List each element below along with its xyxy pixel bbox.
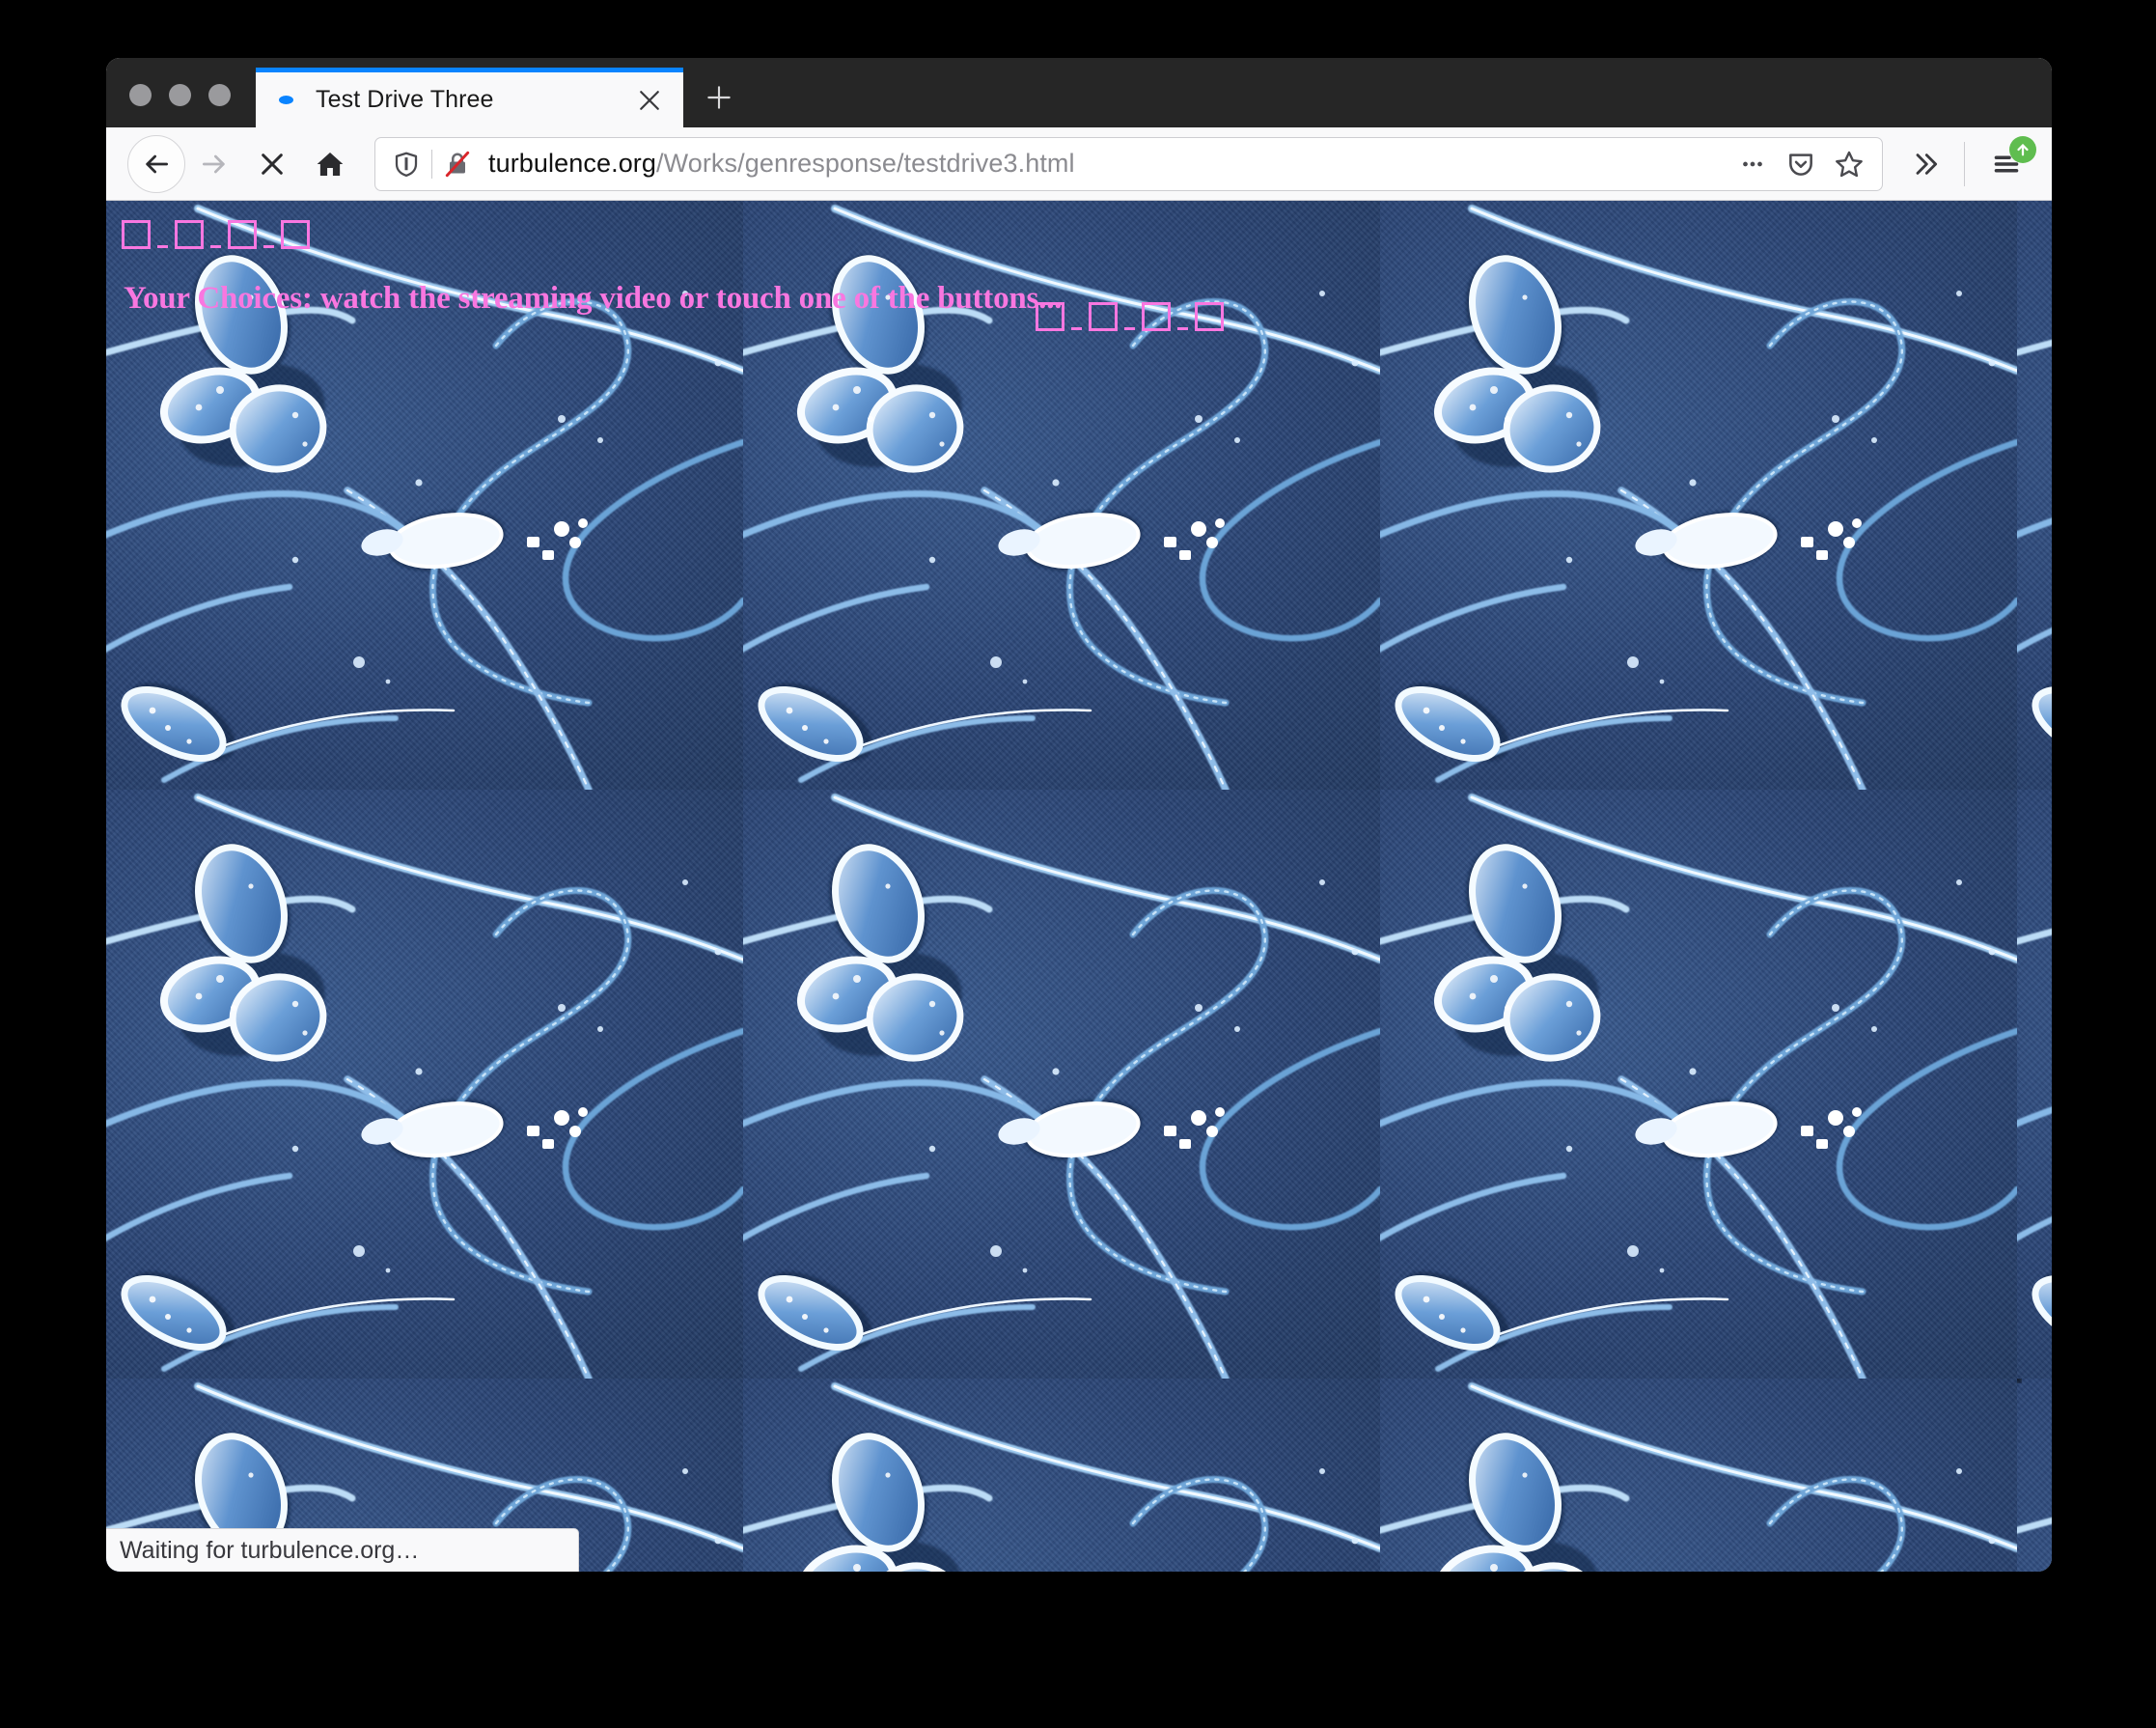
stop-x-icon[interactable] [243, 135, 301, 193]
pocket-icon[interactable] [1778, 141, 1824, 187]
urlbar-divider [431, 149, 432, 179]
background-tile [1380, 201, 2017, 790]
lock-slashed-insecure-icon[interactable] [438, 145, 477, 183]
status-bar-text: Waiting for turbulence.org… [120, 1536, 420, 1564]
navigation-toolbar: turbulence.org/Works/genresponse/testdri… [106, 127, 2052, 201]
toolbar-divider [1964, 141, 1965, 186]
tab-title: Test Drive Three [316, 86, 494, 113]
home-icon[interactable] [301, 135, 359, 193]
minimize-window-button[interactable] [169, 84, 191, 106]
new-tab-button[interactable] [689, 68, 749, 127]
background-tile [106, 790, 743, 1379]
maximize-window-button[interactable] [208, 84, 231, 106]
ellipsis-icon[interactable] [1729, 141, 1776, 187]
shield-icon[interactable] [387, 145, 426, 183]
url-host: turbulence.org [488, 149, 657, 178]
background-tile [106, 201, 743, 790]
page-background-tiled-micrograph [106, 201, 2052, 1572]
status-bar: Waiting for turbulence.org… [106, 1528, 579, 1572]
background-tile [743, 790, 1380, 1379]
background-tile [743, 201, 1380, 790]
background-tile [1380, 790, 2017, 1379]
url-path: /Works/genresponse/testdrive3.html [656, 149, 1075, 178]
background-tile [2017, 790, 2052, 1379]
back-arrow-icon[interactable] [127, 134, 185, 193]
forward-arrow-icon [185, 135, 243, 193]
tab-strip: Test Drive Three [106, 58, 2052, 127]
window-traffic-lights [106, 84, 256, 127]
hamburger-menu-icon[interactable] [1978, 135, 2036, 192]
urlbar-action-group [1729, 141, 1872, 187]
close-window-button[interactable] [129, 84, 152, 106]
url-bar[interactable]: turbulence.org/Works/genresponse/testdri… [374, 136, 1883, 191]
url-text[interactable]: turbulence.org/Works/genresponse/testdri… [477, 149, 1729, 179]
background-tile [2017, 1379, 2052, 1572]
chevron-double-right-icon[interactable] [1896, 135, 1954, 193]
star-icon[interactable] [1826, 141, 1872, 187]
background-tile [743, 1379, 1380, 1572]
background-tile [1380, 1379, 2017, 1572]
tab-test-drive-three[interactable]: Test Drive Three [256, 68, 683, 127]
tab-loading-spinner-icon [275, 90, 296, 111]
browser-window: Test Drive Three turbulence.org/Works/ge… [106, 58, 2052, 1572]
update-available-arrow-icon[interactable] [2009, 135, 2036, 163]
tab-close-icon[interactable] [633, 84, 666, 117]
background-tile [2017, 201, 2052, 790]
page-viewport: Your Choices: watch the streaming video … [106, 201, 2052, 1572]
